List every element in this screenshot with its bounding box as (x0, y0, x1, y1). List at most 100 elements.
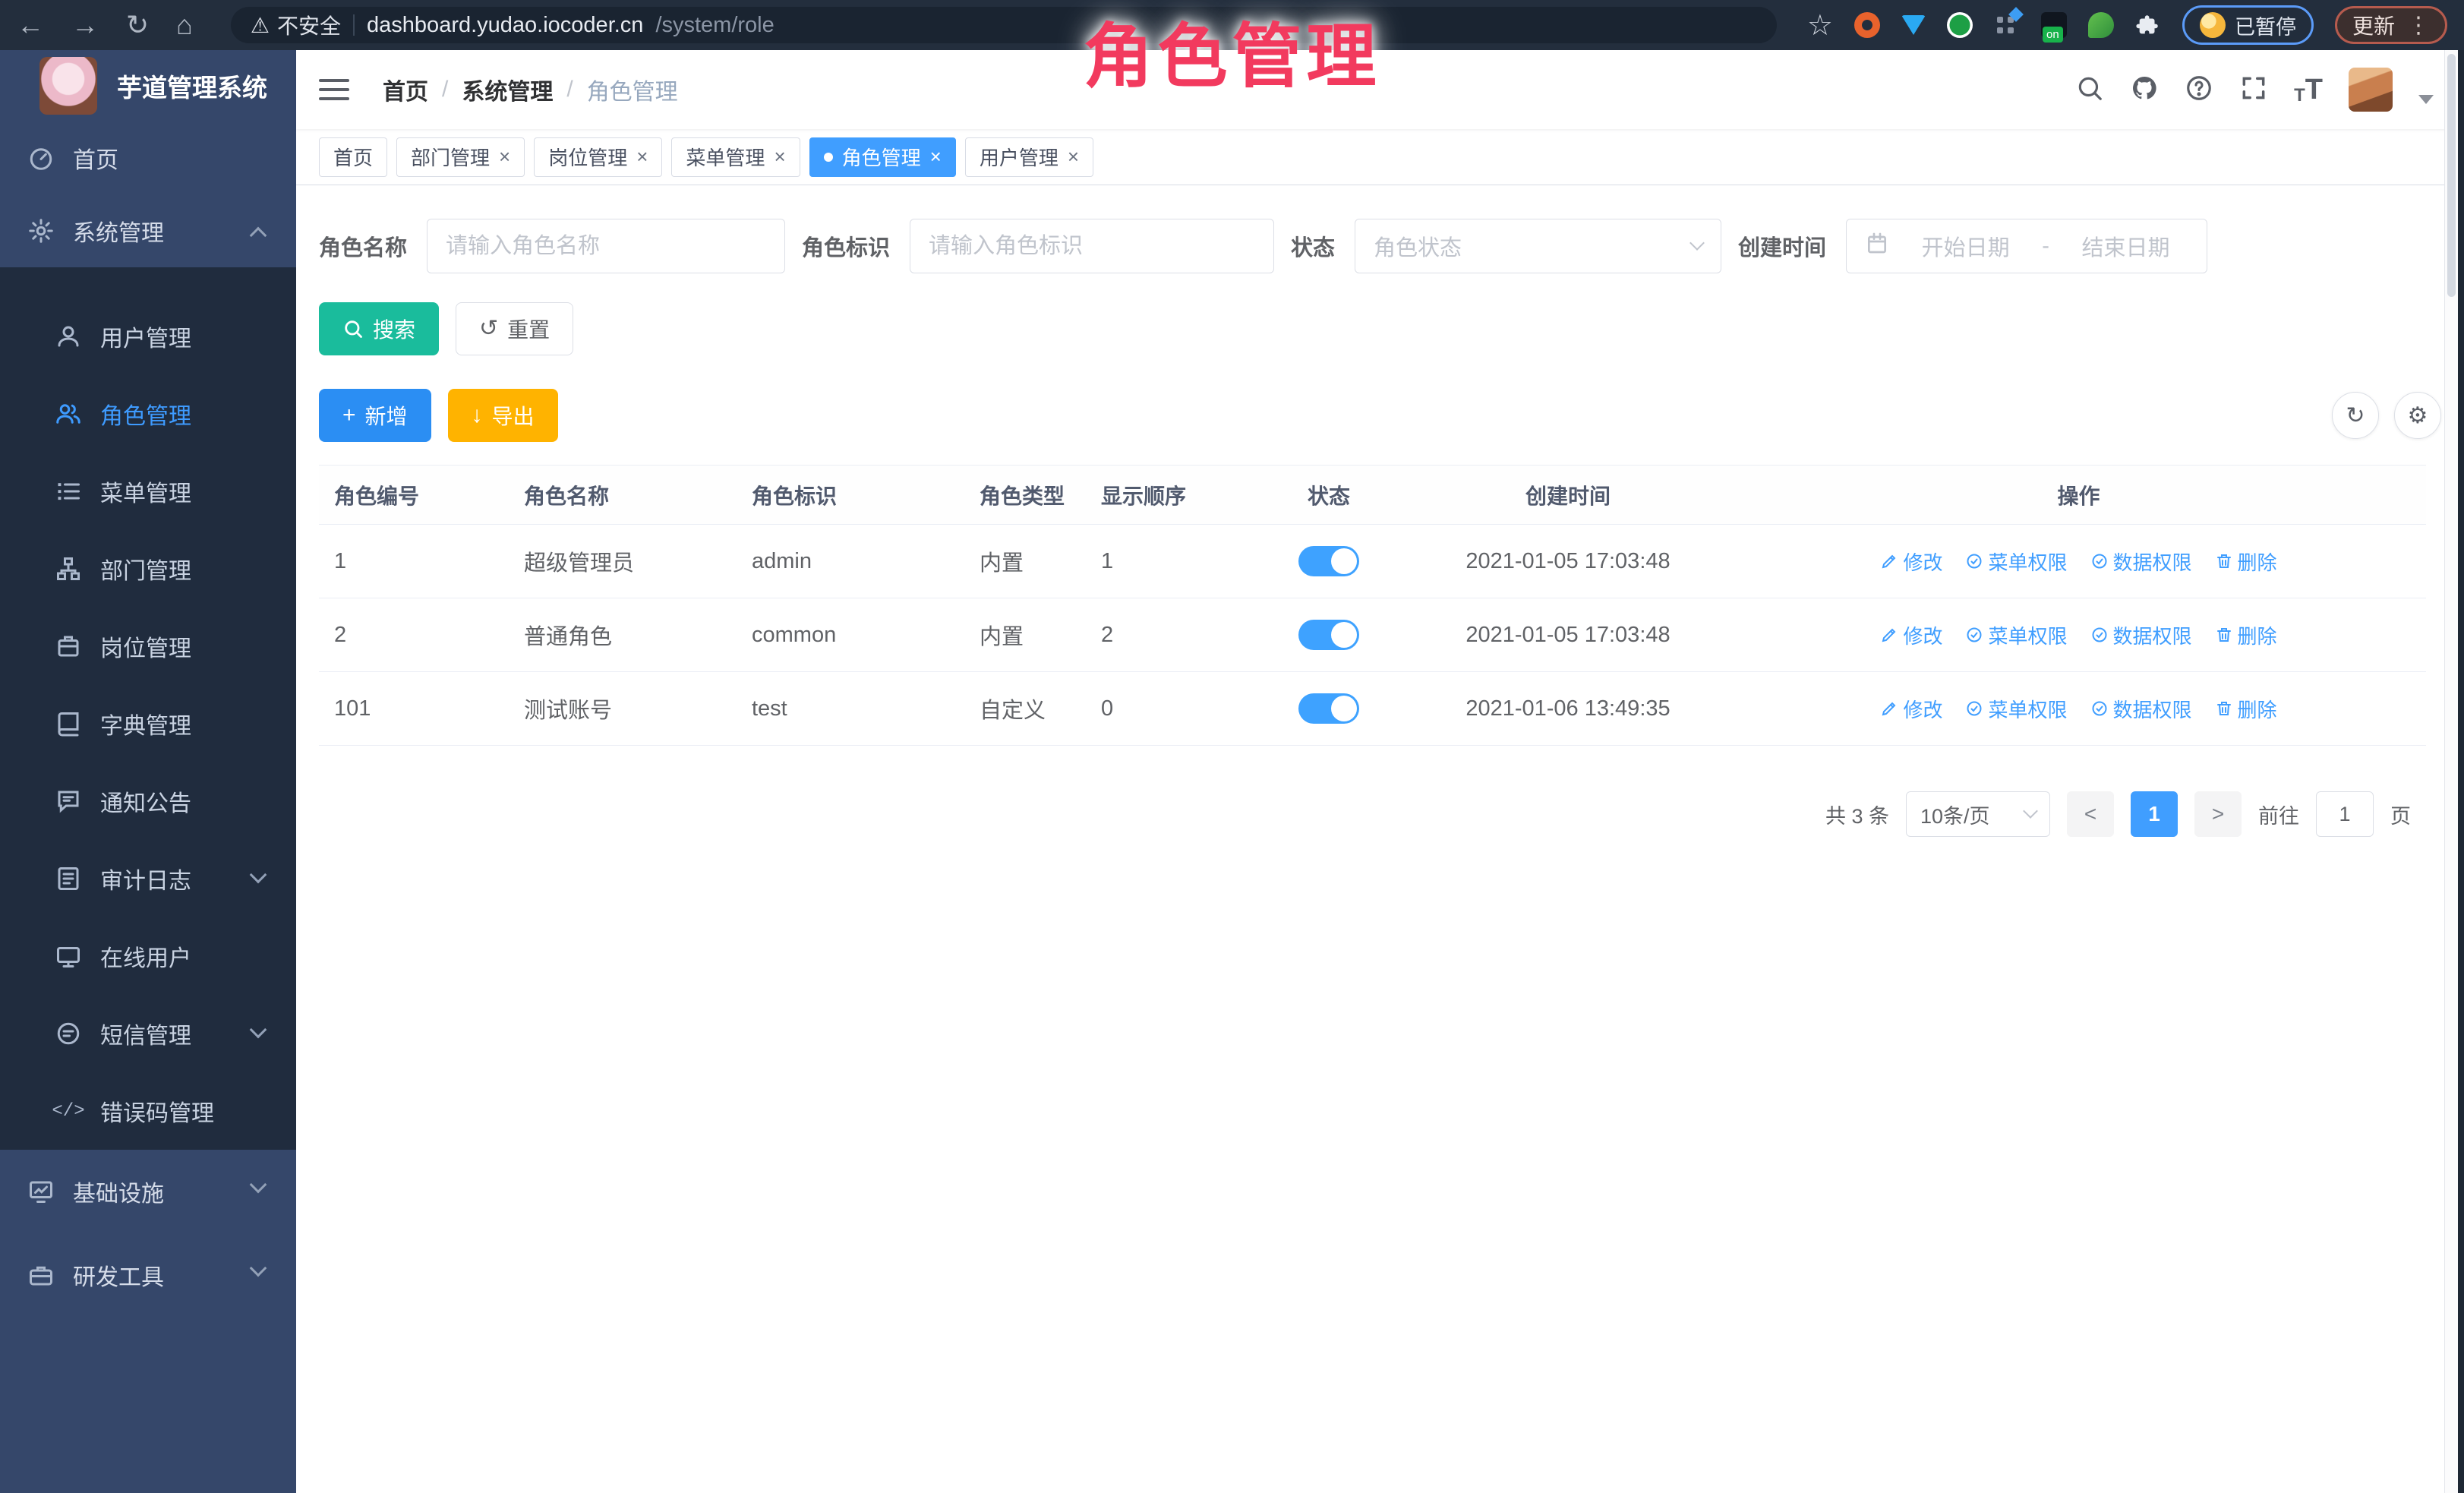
extensions-puzzle-icon[interactable] (2135, 12, 2161, 38)
download-icon: ↓ (472, 404, 483, 427)
delete-link[interactable]: 删除 (2215, 548, 2277, 576)
browser-home-icon[interactable]: ⌂ (176, 11, 193, 39)
sidebar-item-dept-mgmt[interactable]: 部门管理 (0, 530, 296, 608)
search-button[interactable]: 搜索 (319, 302, 439, 355)
goto-label: 前往 (2258, 800, 2299, 829)
message-icon (53, 786, 84, 816)
next-page-button[interactable]: > (2194, 791, 2242, 837)
menu-permission-link[interactable]: 菜单权限 (1965, 548, 2067, 576)
extension-icon-dot-grid[interactable] (1994, 12, 2020, 38)
browser-back-icon[interactable]: ← (17, 11, 44, 39)
breadcrumb-system[interactable]: 系统管理 (462, 73, 553, 106)
breadcrumb-separator: / (566, 77, 573, 103)
close-icon[interactable]: × (930, 145, 942, 169)
refresh-button[interactable]: ↻ (2332, 392, 2379, 439)
role-id-cell: 1 (319, 549, 509, 574)
column-settings-button[interactable]: ⚙ (2394, 392, 2441, 439)
close-icon[interactable]: × (636, 145, 648, 169)
goto-page-input[interactable] (2316, 791, 2374, 837)
sidebar-item-user-mgmt[interactable]: 用户管理 (0, 298, 296, 375)
sidebar-item-sms-mgmt[interactable]: 短信管理 (0, 995, 296, 1072)
edit-link[interactable]: 修改 (1880, 621, 1942, 649)
not-secure-badge[interactable]: ⚠ 不安全 (251, 10, 341, 40)
tab-post-mgmt[interactable]: 岗位管理 × (534, 137, 662, 177)
sidebar-item-role-mgmt[interactable]: 角色管理 (0, 375, 296, 453)
extension-icon-green-circle[interactable] (1947, 12, 1973, 38)
breadcrumb-home[interactable]: 首页 (383, 73, 428, 106)
extension-icon-orange-ring[interactable] (1854, 12, 1880, 38)
gear-icon: ⚙ (2408, 402, 2428, 429)
help-icon[interactable] (2185, 74, 2213, 106)
sidebar-item-dict-mgmt[interactable]: 字典管理 (0, 685, 296, 762)
browser-reload-icon[interactable]: ↻ (126, 11, 149, 39)
page-size-select[interactable]: 10条/页 (1906, 791, 2050, 837)
data-permission-link[interactable]: 数据权限 (2090, 621, 2192, 649)
bookmark-star-icon[interactable]: ☆ (1807, 8, 1833, 43)
status-toggle[interactable] (1298, 620, 1359, 650)
sidebar-item-audit-log[interactable]: 审计日志 (0, 840, 296, 917)
data-permission-link[interactable]: 数据权限 (2090, 695, 2192, 723)
data-permission-link[interactable]: 数据权限 (2090, 548, 2192, 576)
github-icon[interactable] (2130, 74, 2159, 106)
close-icon[interactable]: × (1068, 145, 1079, 169)
sidebar-item-dev-tools[interactable]: 研发工具 (0, 1233, 296, 1317)
close-icon[interactable]: × (499, 145, 510, 169)
address-bar[interactable]: ⚠ 不安全 dashboard.yudao.iocoder.cn /system… (231, 7, 1777, 43)
reset-button[interactable]: ↺ 重置 (456, 302, 573, 355)
browser-forward-icon[interactable]: → (71, 11, 99, 39)
sidebar-item-errcode-mgmt[interactable]: </> 错误码管理 (0, 1072, 296, 1150)
role-name-input[interactable] (446, 234, 766, 259)
hamburger-icon[interactable] (319, 88, 349, 91)
role-name-cell: 普通角色 (509, 619, 737, 651)
scrollbar-thumb[interactable] (2447, 54, 2456, 297)
font-size-icon[interactable] (2294, 74, 2323, 106)
add-button[interactable]: + 新增 (319, 389, 431, 442)
sidebar-item-post-mgmt[interactable]: 岗位管理 (0, 608, 296, 685)
scrollbar[interactable] (2444, 50, 2458, 1493)
extension-icon-blue-gem[interactable] (1901, 15, 1926, 35)
tab-menu-mgmt[interactable]: 菜单管理 × (671, 137, 800, 177)
menu-permission-link[interactable]: 菜单权限 (1965, 621, 2067, 649)
tab-home[interactable]: 首页 (319, 137, 387, 177)
page-number-1[interactable]: 1 (2131, 791, 2178, 837)
caret-down-icon[interactable] (2418, 95, 2434, 104)
fullscreen-icon[interactable] (2239, 74, 2268, 106)
profile-avatar-emoji-icon (2200, 12, 2226, 38)
sidebar-submenu-system: 用户管理 角色管理 菜单管理 部门管理 岗位管理 (0, 267, 296, 1150)
status-select[interactable]: 角色状态 (1355, 219, 1721, 273)
kebab-menu-icon[interactable]: ⋮ (2407, 12, 2430, 39)
edit-link[interactable]: 修改 (1880, 548, 1942, 576)
profile-paused-pill[interactable]: 已暂停 (2182, 5, 2314, 45)
status-toggle[interactable] (1298, 693, 1359, 724)
sidebar-item-home[interactable]: 首页 (0, 122, 296, 194)
sidebar-item-infrastructure[interactable]: 基础设施 (0, 1150, 296, 1233)
delete-link[interactable]: 删除 (2215, 695, 2277, 723)
date-range-picker[interactable]: 开始日期 - 结束日期 (1846, 219, 2207, 273)
avatar[interactable] (2349, 68, 2393, 112)
sidebar-item-online-users[interactable]: 在线用户 (0, 917, 296, 995)
close-icon[interactable]: × (774, 145, 785, 169)
sidebar-item-notice[interactable]: 通知公告 (0, 762, 296, 840)
tab-dept-mgmt[interactable]: 部门管理 × (396, 137, 525, 177)
sidebar-item-menu-mgmt[interactable]: 菜单管理 (0, 453, 296, 530)
sidebar-item-system-mgmt[interactable]: 系统管理 (0, 194, 296, 267)
chevron-down-icon (1689, 235, 1705, 251)
status-toggle[interactable] (1298, 546, 1359, 576)
reset-icon: ↺ (479, 317, 498, 340)
extension-icon-green-sprout[interactable] (2088, 12, 2114, 38)
prev-page-button[interactable]: < (2067, 791, 2114, 837)
edit-link[interactable]: 修改 (1880, 695, 1942, 723)
menu-permission-link[interactable]: 菜单权限 (1965, 695, 2067, 723)
search-icon[interactable] (2075, 74, 2104, 106)
code-icon: </> (53, 1096, 84, 1126)
tab-user-mgmt[interactable]: 用户管理 × (965, 137, 1093, 177)
role-key-input[interactable] (929, 234, 1255, 259)
delete-link[interactable]: 删除 (2215, 621, 2277, 649)
role-status-cell (1253, 693, 1405, 724)
tab-role-mgmt[interactable]: 角色管理 × (809, 137, 956, 177)
calendar-icon (1865, 231, 1889, 261)
export-button[interactable]: ↓ 导出 (448, 389, 558, 442)
extension-icon-dark-on[interactable]: on (2041, 12, 2067, 38)
chevron-down-icon (250, 1176, 267, 1194)
browser-update-button[interactable]: 更新 ⋮ (2335, 6, 2447, 44)
